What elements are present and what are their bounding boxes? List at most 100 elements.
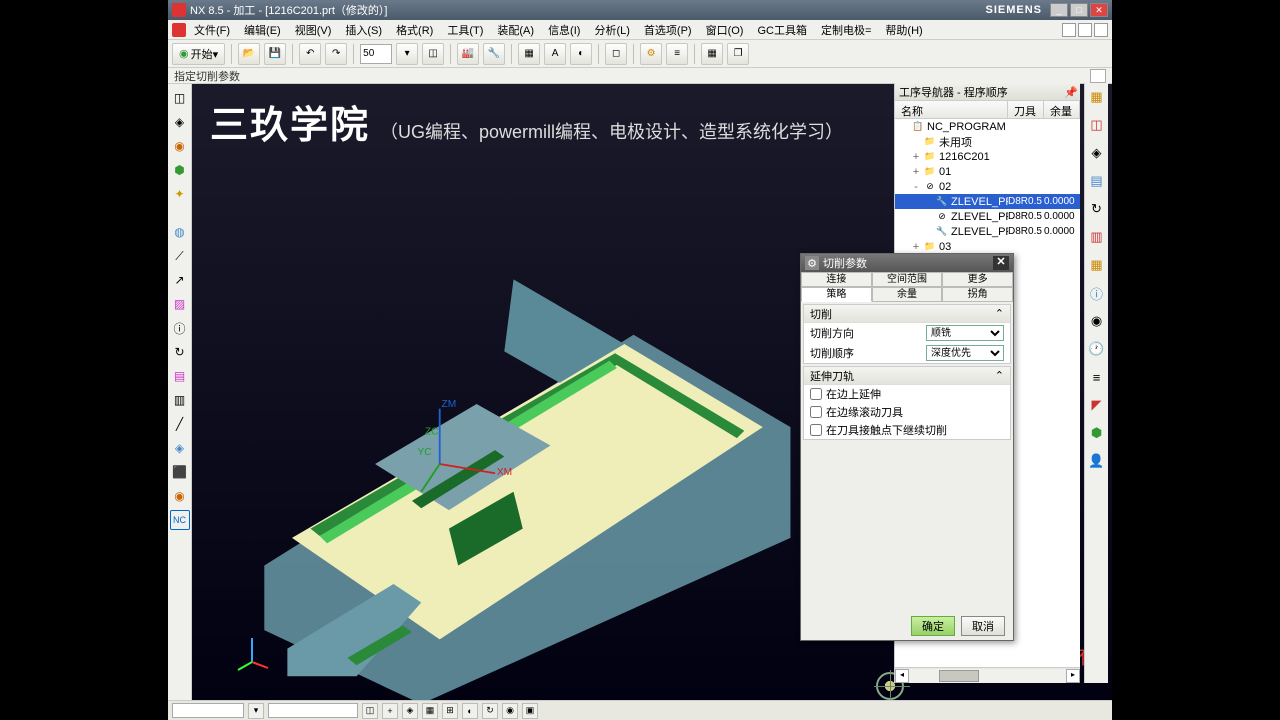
scroll-right-icon[interactable]: ▸ [1066,669,1080,683]
bottom-input-1[interactable] [172,703,244,718]
ltool-10-icon[interactable]: ↻ [170,342,190,362]
chk-roll-tool[interactable] [810,406,822,418]
tab-more[interactable]: 更多 [942,272,1013,287]
tool-gear-icon[interactable]: ⚙ [640,43,662,65]
ok-button[interactable]: 确定 [911,616,955,636]
scroll-thumb[interactable] [939,670,979,682]
rtool-2-icon[interactable]: ◫ [1087,115,1107,135]
tab-strategy[interactable]: 策略 [801,287,872,302]
btm-2-icon[interactable]: + [382,703,398,719]
app-menu-icon[interactable] [172,23,186,37]
btm-3-icon[interactable]: ◈ [402,703,418,719]
chevron-up-icon[interactable]: ⌃ [995,369,1004,382]
tool-undo-icon[interactable]: ↶ [299,43,321,65]
btm-9-icon[interactable]: ▣ [522,703,538,719]
col-name[interactable]: 名称 [895,101,1008,118]
menu-assembly[interactable]: 装配(A) [491,20,540,40]
menu-help[interactable]: 帮助(H) [879,20,928,40]
tool-text-icon[interactable]: A [544,43,566,65]
ltool-2-icon[interactable]: ◈ [170,112,190,132]
tree-row[interactable]: 📁未用项 [895,134,1080,149]
tree-row[interactable]: 🔧ZLEVEL_PR...D8R0.50.0000 [895,194,1080,209]
btm-dropdown-icon[interactable]: ▾ [248,703,264,719]
cut-direction-select[interactable]: 顺铣 [926,325,1004,341]
rtool-13-icon[interactable]: 👤 [1087,451,1107,471]
menu-tools[interactable]: 工具(T) [441,20,489,40]
rtool-6-icon[interactable]: ▥ [1087,227,1107,247]
tree-row[interactable]: 🔧ZLEVEL_PR...D8R0.50.0000 [895,224,1080,239]
chk-extend-edge[interactable] [810,388,822,400]
col-tool[interactable]: 刀具 [1008,101,1044,118]
ltool-14-icon[interactable]: ◈ [170,438,190,458]
bottom-input-2[interactable] [268,703,358,718]
tree-row[interactable]: +📁1216C201 [895,149,1080,164]
status-right-icon[interactable] [1090,69,1106,83]
menu-file[interactable]: 文件(F) [188,20,236,40]
menu-window[interactable]: 窗口(O) [700,20,750,40]
tool-cube-icon[interactable]: ◻ [605,43,627,65]
scroll-left-icon[interactable]: ◂ [895,669,909,683]
rtool-11-icon[interactable]: ◤ [1087,395,1107,415]
tool-redo-icon[interactable]: ↷ [325,43,347,65]
tool-layer-icon[interactable]: ❐ [727,43,749,65]
tree-row[interactable]: ⊘ZLEVEL_PR...D8R0.50.0000 [895,209,1080,224]
col-stock[interactable]: 余量 [1044,101,1080,118]
rtool-7-icon[interactable]: ▦ [1087,255,1107,275]
ltool-7-icon[interactable]: ⟋ [170,246,190,266]
ltool-13-icon[interactable]: ╱ [170,414,190,434]
tool-wire-icon[interactable]: ▦ [518,43,540,65]
ltool-12-icon[interactable]: ▥ [170,390,190,410]
tool-open-icon[interactable]: 📂 [238,43,260,65]
ltool-11-icon[interactable]: ▤ [170,366,190,386]
ltool-6-icon[interactable]: ◍ [170,222,190,242]
tool-box-icon[interactable]: ◫ [422,43,444,65]
ltool-5-icon[interactable]: ✦ [170,184,190,204]
minimize-button[interactable]: _ [1050,3,1068,17]
ltool-15-icon[interactable]: ⬛ [170,462,190,482]
rtool-nav-icon[interactable]: ▦ [1087,87,1107,107]
dialog-close-button[interactable]: ✕ [993,256,1009,270]
tree-row[interactable]: -⊘02 [895,179,1080,194]
chevron-up-icon[interactable]: ⌃ [995,307,1004,320]
maximize-button[interactable]: □ [1070,3,1088,17]
ltool-8-icon[interactable]: ↗ [170,270,190,290]
menu-prefs[interactable]: 首选项(P) [638,20,698,40]
tab-connect[interactable]: 连接 [801,272,872,287]
tool-program-icon[interactable]: 🏭 [457,43,479,65]
chk-continue-cut[interactable] [810,424,822,436]
ltool-info-icon[interactable]: ⓘ [170,318,190,338]
mdi-close-button[interactable] [1094,23,1108,37]
ltool-16-icon[interactable]: ◉ [170,486,190,506]
menu-insert[interactable]: 插入(S) [339,20,388,40]
cancel-button[interactable]: 取消 [961,616,1005,636]
ltool-4-icon[interactable]: ⬢ [170,160,190,180]
menu-gctoolbox[interactable]: GC工具箱 [751,20,813,40]
mdi-restore-button[interactable] [1078,23,1092,37]
pin-icon[interactable]: 📌 [1064,86,1076,98]
start-button[interactable]: ◉开始▾ [172,43,225,65]
rtool-5-icon[interactable]: ↻ [1087,199,1107,219]
menu-electrode[interactable]: 定制电极= [815,20,877,40]
navigator-hscroll[interactable]: ◂ ▸ [895,667,1080,683]
ltool-9-icon[interactable]: ▨ [170,294,190,314]
menu-analysis[interactable]: 分析(L) [588,20,635,40]
rtool-12-icon[interactable]: ⬢ [1087,423,1107,443]
menu-format[interactable]: 格式(R) [390,20,439,40]
tool-op-icon[interactable]: 🔧 [483,43,505,65]
tool-view-icon[interactable]: ◐ [570,43,592,65]
close-button[interactable]: ✕ [1090,3,1108,17]
rtool-4-icon[interactable]: ▤ [1087,171,1107,191]
rtool-8-icon[interactable]: ⓘ [1087,283,1107,303]
tool-grid-icon[interactable]: ▦ [701,43,723,65]
ltool-nc-icon[interactable]: NC [170,510,190,530]
tab-corner[interactable]: 拐角 [942,287,1013,302]
rtool-clock-icon[interactable]: 🕐 [1087,339,1107,359]
dialog-titlebar[interactable]: ⚙ 切削参数 ✕ [801,254,1013,272]
btm-6-icon[interactable]: ◐ [462,703,478,719]
zoom-input[interactable] [360,44,392,64]
tab-space[interactable]: 空间范围 [872,272,943,287]
btm-1-icon[interactable]: ◫ [362,703,378,719]
btm-8-icon[interactable]: ◉ [502,703,518,719]
rtool-3-icon[interactable]: ◈ [1087,143,1107,163]
ltool-1-icon[interactable]: ◫ [170,88,190,108]
